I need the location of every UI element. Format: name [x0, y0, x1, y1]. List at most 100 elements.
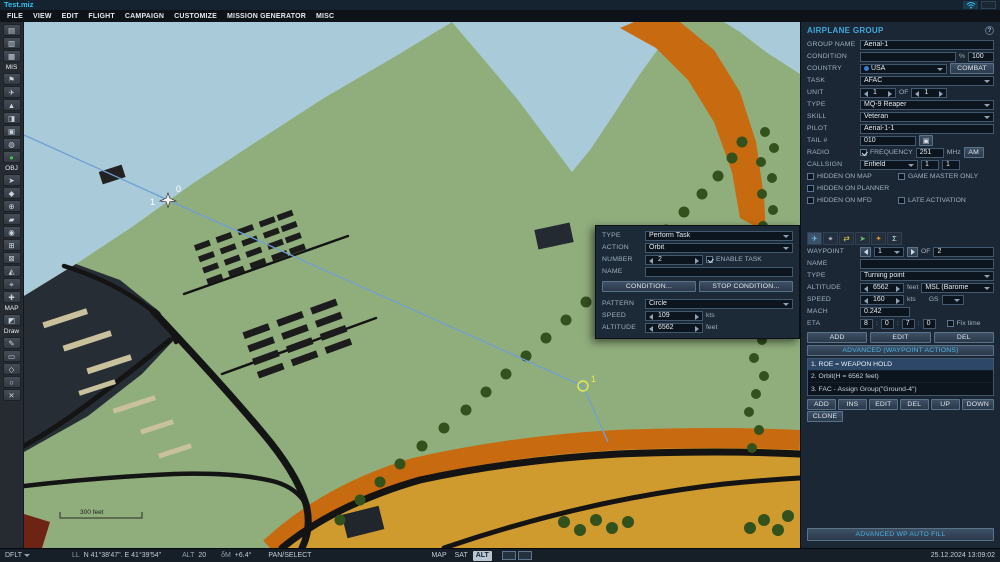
hidden-on-planner-checkbox[interactable]	[807, 185, 814, 192]
waypoint-speed-stepper[interactable]: 160	[860, 294, 904, 305]
eta-hours-input[interactable]: 0	[880, 318, 894, 329]
wifi-icon[interactable]	[963, 1, 978, 9]
copy-icon[interactable]: ▣	[919, 135, 933, 146]
callsign-number1-input[interactable]: 1	[921, 159, 939, 170]
waypoint-action-row[interactable]: 3. FAC - Assign Group("Ground-4")	[808, 383, 993, 395]
menu-customize[interactable]: CUSTOMIZE	[169, 13, 222, 20]
template-tool-icon[interactable]: ◍	[2, 138, 21, 150]
task-number-stepper[interactable]: 2	[645, 254, 703, 265]
pilot-input[interactable]: Aerial-1-1	[860, 123, 994, 134]
speed-reference-dropdown[interactable]	[941, 294, 964, 305]
help-icon[interactable]: ?	[985, 25, 994, 35]
waypoint-name-input[interactable]	[860, 258, 994, 269]
eta-days-input[interactable]: 8	[860, 318, 873, 329]
country-dropdown[interactable]: USA	[860, 63, 947, 74]
menu-mission-generator[interactable]: MISSION GENERATOR	[222, 13, 311, 20]
pencil-icon[interactable]: ✎	[2, 337, 21, 349]
stop-condition-button[interactable]: STOP CONDITION...	[699, 281, 793, 292]
layers-icon[interactable]	[517, 551, 532, 560]
waypoint-action-row[interactable]: 2. Orbit(H = 6562 feet)	[808, 371, 993, 383]
advanced-waypoint-actions-button[interactable]: ADVANCED (WAYPOINT ACTIONS)	[807, 345, 994, 356]
task-dropdown[interactable]: AFAC	[860, 75, 994, 86]
waypoint-type-dropdown[interactable]: Turning point	[860, 270, 994, 281]
route-tool-icon[interactable]: ➤	[2, 174, 21, 186]
map-view-button[interactable]: MAP	[428, 551, 449, 561]
unit-total-stepper[interactable]: 1	[911, 87, 948, 98]
erase-draw-icon[interactable]: ✕	[2, 389, 21, 401]
objective-circle-icon[interactable]: ●	[2, 151, 21, 163]
radio-checkbox[interactable]	[860, 149, 867, 156]
window-button-icon[interactable]	[981, 1, 996, 9]
briefing-icon[interactable]: ⚑	[2, 73, 21, 85]
tail-number-input[interactable]: 010	[860, 135, 916, 146]
combat-button[interactable]: COMBAT	[950, 63, 994, 74]
hidden-on-map-checkbox[interactable]	[807, 173, 814, 180]
condition-button[interactable]: CONDITION...	[602, 281, 696, 292]
task-name-input[interactable]	[645, 266, 793, 277]
task-speed-stepper[interactable]: 109	[645, 310, 703, 321]
task-action-dropdown[interactable]: Orbit	[645, 242, 793, 253]
weather-tool-icon[interactable]: ▰	[2, 213, 21, 225]
fix-time-checkbox[interactable]	[946, 320, 954, 327]
rectangle-draw-icon[interactable]: ▭	[2, 350, 21, 362]
altitude-reference-dropdown[interactable]: MSL (Barome	[921, 282, 994, 293]
condition-percent-input[interactable]: 100	[968, 51, 994, 62]
menu-campaign[interactable]: CAMPAIGN	[120, 13, 169, 20]
enable-task-checkbox[interactable]	[706, 256, 713, 263]
delete-waypoint-button[interactable]: DEL	[933, 332, 994, 343]
modulation-button[interactable]: AM	[963, 147, 984, 158]
action-add-button[interactable]: ADD	[807, 399, 836, 410]
callsign-number2-input[interactable]: 1	[942, 159, 960, 170]
task-type-dropdown[interactable]: Perform Task	[645, 230, 793, 241]
prev-waypoint-button[interactable]	[860, 246, 871, 257]
group-route-tab-icon[interactable]: ➤	[855, 232, 870, 245]
sat-view-button[interactable]: SAT	[452, 551, 471, 561]
zone-tool-icon[interactable]: ◆	[2, 187, 21, 199]
frequency-input[interactable]: 251	[915, 147, 944, 158]
static-tool-icon[interactable]: ▣	[2, 125, 21, 137]
group-name-input[interactable]: Aerial-1	[860, 39, 994, 50]
new-mission-icon[interactable]: ▤	[2, 24, 21, 36]
target-tab-icon[interactable]: ⌖	[823, 232, 838, 245]
aircraft-tool-icon[interactable]: ✈	[2, 86, 21, 98]
save-mission-icon[interactable]: ▦	[2, 50, 21, 62]
waypoint-altitude-stepper[interactable]: 6562	[860, 282, 904, 293]
eta-seconds-input[interactable]: 0	[922, 318, 936, 329]
map-canvas[interactable]: 300 feet 1 0 1 TYPE Perform Task ACTION …	[24, 22, 800, 548]
skill-dropdown[interactable]: Veteran	[860, 111, 994, 122]
layers-tool-icon[interactable]: ◭	[2, 265, 21, 277]
task-altitude-stepper[interactable]: 6562	[645, 322, 703, 333]
alt-view-button[interactable]: ALT	[472, 550, 492, 561]
next-waypoint-button[interactable]	[907, 246, 918, 257]
hidden-on-mfd-checkbox[interactable]	[807, 197, 814, 204]
game-master-only-checkbox[interactable]	[898, 173, 905, 180]
menu-flight[interactable]: FLIGHT	[83, 13, 119, 20]
action-delete-button[interactable]: DEL	[899, 399, 929, 410]
unit-type-dropdown[interactable]: MQ-9 Reaper	[860, 99, 994, 110]
add-waypoint-button[interactable]: ADD	[807, 332, 868, 343]
action-up-button[interactable]: UP	[930, 399, 960, 410]
clone-button[interactable]: CLONE	[807, 411, 843, 422]
waypoint-number-dropdown[interactable]: 1	[874, 246, 904, 257]
summary-tab-icon[interactable]: Σ	[887, 232, 902, 245]
open-mission-icon[interactable]: ▥	[2, 37, 21, 49]
menu-misc[interactable]: MISC	[311, 13, 339, 20]
circle-draw-icon[interactable]: ○	[2, 376, 21, 388]
add-tool-icon[interactable]: ✚	[2, 291, 21, 303]
eta-minutes-input[interactable]: 7	[901, 318, 915, 329]
waypoint-action-row[interactable]: 1. ROE = WEAPON HOLD	[808, 359, 993, 371]
ship-tool-icon[interactable]: ◨	[2, 112, 21, 124]
display-icon[interactable]	[501, 551, 516, 560]
advanced-wp-auto-fill-button[interactable]: ADVANCED WP AUTO FILL	[807, 528, 994, 541]
trigger-tool-icon[interactable]: ⊕	[2, 200, 21, 212]
map-options-icon[interactable]: ◩	[2, 314, 21, 326]
edit-waypoint-button[interactable]: EDIT	[870, 332, 931, 343]
vehicle-tool-icon[interactable]: ▲	[2, 99, 21, 111]
unit-count-stepper[interactable]: 1	[860, 87, 896, 98]
menu-file[interactable]: FILE	[2, 13, 28, 20]
center-tool-icon[interactable]: ⌖	[2, 278, 21, 290]
grid-tool-icon[interactable]: ⊞	[2, 239, 21, 251]
route-tab-icon[interactable]: ✈	[807, 232, 822, 245]
action-edit-button[interactable]: EDIT	[868, 399, 898, 410]
menu-edit[interactable]: EDIT	[57, 13, 84, 20]
